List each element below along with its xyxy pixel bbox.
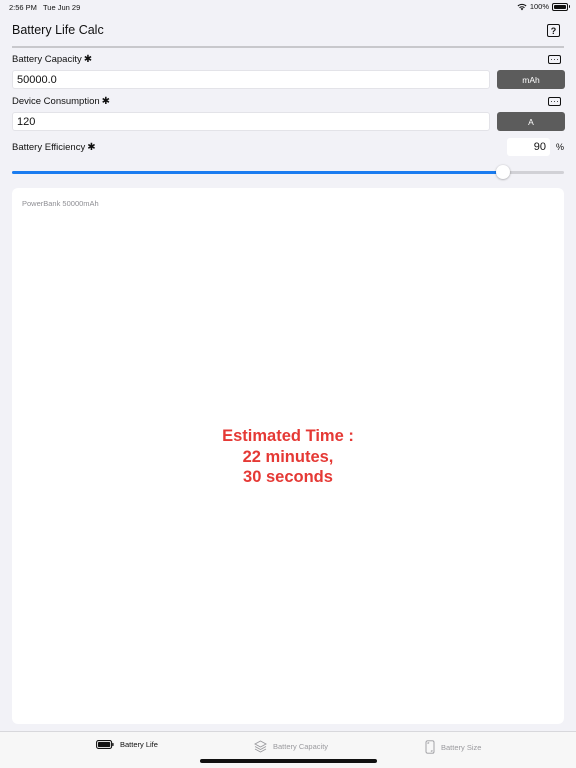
efficiency-slider-thumb[interactable] [496,165,511,179]
battery-efficiency-label: Battery Efficiency ✱ [12,142,96,153]
tab-battery-capacity[interactable]: Battery Capacity [254,740,328,753]
device-consumption-label-text: Device Consumption [12,96,100,107]
device-consumption-more-button[interactable] [548,97,561,106]
efficiency-slider[interactable] [12,165,564,179]
device-consumption-input[interactable]: 120 [12,112,490,131]
status-battery-icon [552,2,570,11]
tab-battery-size[interactable]: Battery Size [425,740,481,754]
tab-battery-size-label: Battery Size [441,742,482,752]
help-button[interactable]: ? [547,24,560,37]
battery-efficiency-label-text: Battery Efficiency [12,142,86,153]
battery-capacity-label-text: Battery Capacity [12,54,82,65]
home-indicator [200,759,377,763]
battery-capacity-more-button[interactable] [548,55,561,64]
phone-size-icon [425,740,435,754]
required-mark: ✱ [101,96,111,107]
status-time: 2:56 PM [9,3,37,12]
result-card: PowerBank 50000mAh Estimated Time : 22 m… [12,188,564,724]
battery-efficiency-input[interactable]: 90 [507,138,550,156]
battery-capacity-unit-button[interactable]: mAh [497,70,565,89]
estimated-time-result: Estimated Time : 22 minutes, 30 seconds [12,426,564,488]
result-line-1: Estimated Time : [222,427,354,445]
efficiency-slider-fill [12,171,504,174]
tab-battery-life[interactable]: Battery Life [96,740,158,749]
device-consumption-unit-button[interactable]: A [497,112,565,131]
battery-efficiency-unit: % [556,142,565,152]
required-mark: ✱ [87,142,96,153]
battery-capacity-input[interactable]: 50000.0 [12,70,490,89]
battery-percent: 100% [529,2,549,11]
nav-divider [12,46,564,48]
status-bar: 2:56 PM Tue Jun 29 100% [0,0,576,14]
tab-battery-capacity-label: Battery Capacity [273,742,329,751]
result-line-3: 30 seconds [243,468,333,486]
device-consumption-label: Device Consumption ✱ [12,96,110,107]
page-title: Battery Life Calc [12,23,104,37]
layers-icon [254,740,267,753]
status-date: Tue Jun 29 [43,3,81,12]
required-mark: ✱ [83,54,93,65]
battery-icon [96,740,114,749]
status-indicators: 100% [517,2,570,11]
battery-capacity-label: Battery Capacity ✱ [12,54,92,65]
wifi-icon [517,3,527,10]
tab-battery-life-label: Battery Life [120,740,158,749]
result-caption: PowerBank 50000mAh [22,199,99,208]
result-line-2: 22 minutes, [242,447,334,466]
